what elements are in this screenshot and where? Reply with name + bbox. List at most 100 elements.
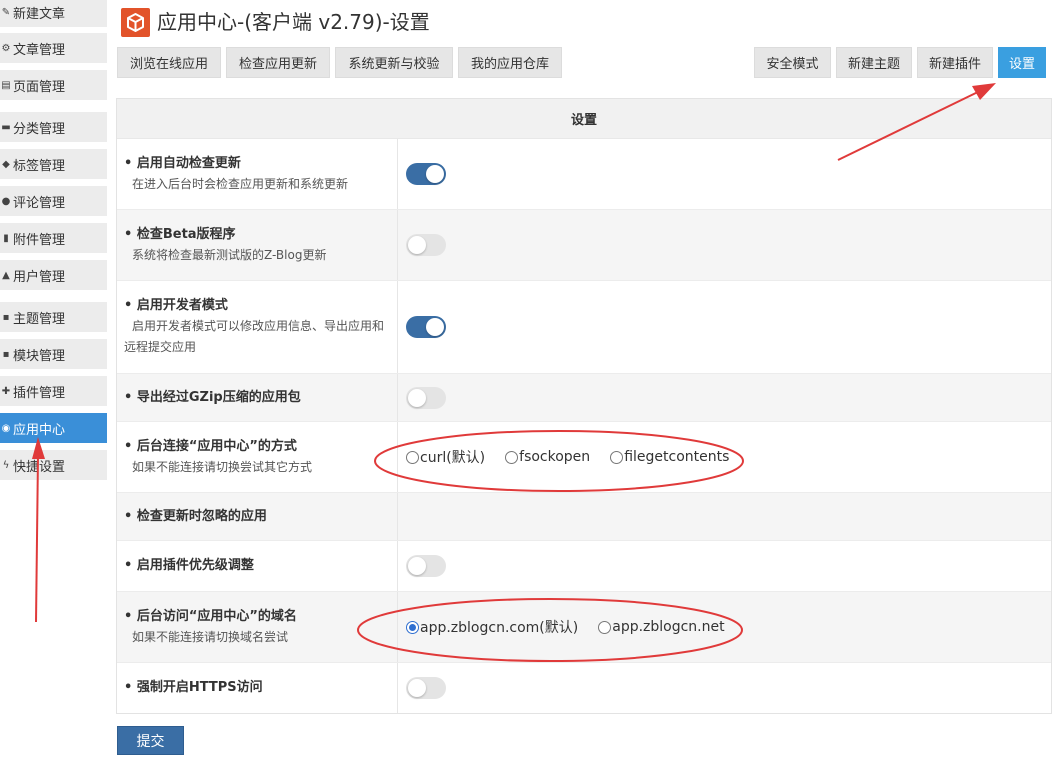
setting-row-force-https: • 强制开启HTTPS访问 <box>117 663 1051 713</box>
app-center-logo-icon <box>121 8 150 37</box>
sidebar-item-label: 文章管理 <box>13 42 66 58</box>
sidebar-item-label: 应用中心 <box>13 422 66 438</box>
tab-system-update-verify[interactable]: 系统更新与校验 <box>335 47 453 78</box>
bullet: • <box>124 226 133 242</box>
sidebar-item-app-center[interactable]: ◉ 应用中心 <box>0 413 107 443</box>
sidebar-item-module-manage[interactable]: ▪ 模块管理 <box>0 339 107 369</box>
tab-settings[interactable]: 设置 <box>998 47 1046 78</box>
bullet: • <box>124 389 133 405</box>
sidebar-item-label: 分类管理 <box>13 121 66 137</box>
tab-new-plugin[interactable]: 新建插件 <box>917 47 993 78</box>
setting-description: 如果不能连接请切换尝试其它方式 <box>132 459 313 474</box>
radio-curl[interactable]: curl(默认) <box>406 447 485 467</box>
file-icon: ▤ <box>1 79 11 91</box>
setting-title: 检查Beta版程序 <box>136 226 236 242</box>
bullet: • <box>124 438 133 454</box>
gzip-export-toggle[interactable] <box>406 386 446 409</box>
radio-label: filegetcontents <box>624 449 730 465</box>
submit-button[interactable]: 提交 <box>117 726 184 755</box>
check-beta-toggle[interactable] <box>406 234 446 256</box>
setting-row-gzip-export: • 导出经过GZip压缩的应用包 <box>117 374 1051 422</box>
setting-description: 启用开发者模式可以修改应用信息、导出应用和远程提交应用 <box>124 319 385 354</box>
grid-icon: ▪ <box>2 348 10 360</box>
setting-title: 导出经过GZip压缩的应用包 <box>136 389 301 405</box>
setting-title: 强制开启HTTPS访问 <box>136 680 263 695</box>
bullet: • <box>124 680 133 695</box>
radio-dot[interactable] <box>406 620 419 634</box>
sidebar-item-label: 快捷设置 <box>13 459 66 475</box>
sidebar-item-new-article[interactable]: ✎ 新建文章 <box>0 0 107 27</box>
setting-row-auto-check-update: • 启用自动检查更新 在进入后台时会检查应用更新和系统更新 <box>117 139 1051 210</box>
bolt-icon: ϟ <box>2 459 10 471</box>
auto-check-update-toggle[interactable] <box>406 163 446 185</box>
gear-icon: ⚙ <box>1 42 11 54</box>
plugin-priority-toggle[interactable] <box>406 555 446 577</box>
radio-app-zblogcn-com[interactable]: app.zblogcn.com(默认) <box>406 617 578 637</box>
sidebar-item-attachment-manage[interactable]: ▮ 附件管理 <box>0 223 107 253</box>
sidebar-item-comment-manage[interactable]: ● 评论管理 <box>0 186 107 216</box>
sidebar-item-label: 附件管理 <box>13 232 66 248</box>
annotation-arrow-sidebar-line <box>35 454 39 623</box>
toggle-knob <box>408 679 426 697</box>
bullet: • <box>124 298 133 313</box>
setting-title: 检查更新时忽略的应用 <box>136 508 267 524</box>
sidebar-item-plugin-manage[interactable]: ✚ 插件管理 <box>0 376 107 406</box>
sidebar-item-article-manage[interactable]: ⚙ 文章管理 <box>0 33 107 63</box>
setting-description: 如果不能连接请切换域名尝试 <box>132 629 289 644</box>
sidebar-item-user-manage[interactable]: ▲ 用户管理 <box>0 260 107 290</box>
setting-title: 后台访问“应用中心”的域名 <box>136 608 297 624</box>
user-icon: ▲ <box>2 269 10 281</box>
toggle-knob <box>426 318 444 336</box>
sidebar-item-tag-manage[interactable]: ◆ 标签管理 <box>0 149 107 179</box>
radio-label: curl(默认) <box>420 450 486 466</box>
radio-fsockopen[interactable]: fsockopen <box>505 449 590 465</box>
tab-new-theme[interactable]: 新建主题 <box>836 47 912 78</box>
toggle-knob <box>426 165 444 183</box>
folder-icon: ▬ <box>1 121 11 133</box>
paperclip-icon: ▮ <box>3 232 9 244</box>
radio-app-zblogcn-net[interactable]: app.zblogcn.net <box>598 619 725 635</box>
tab-my-app-repository[interactable]: 我的应用仓库 <box>458 47 562 78</box>
tab-browse-online-apps[interactable]: 浏览在线应用 <box>117 47 221 78</box>
tab-safe-mode[interactable]: 安全模式 <box>754 47 831 78</box>
settings-table: 设置 • 启用自动检查更新 在进入后台时会检查应用更新和系统更新 • 检查Bet… <box>116 98 1052 714</box>
toggle-knob <box>408 388 426 407</box>
setting-title: 后台连接“应用中心”的方式 <box>136 438 297 454</box>
compass-icon: ◉ <box>1 422 11 434</box>
sidebar-item-label: 模块管理 <box>13 348 66 364</box>
toggle-knob <box>408 557 426 575</box>
connection-method-radio-group: curl(默认) fsockopen filegetcontents <box>406 447 749 467</box>
comment-icon: ● <box>1 195 11 207</box>
sidebar-item-category-manage[interactable]: ▬ 分类管理 <box>0 112 107 142</box>
table-header: 设置 <box>117 99 1051 139</box>
radio-label: app.zblogcn.com(默认) <box>420 620 579 636</box>
setting-row-check-beta: • 检查Beta版程序 系统将检查最新测试版的Z-Blog更新 <box>117 210 1051 281</box>
sidebar-item-theme-manage[interactable]: ▪ 主题管理 <box>0 302 107 332</box>
radio-label: fsockopen <box>519 449 591 465</box>
toggle-knob <box>408 236 426 254</box>
sidebar-item-label: 新建文章 <box>13 6 66 22</box>
grid-icon: ▪ <box>2 311 10 323</box>
tab-check-app-updates[interactable]: 检查应用更新 <box>226 47 330 78</box>
setting-row-domain: • 后台访问“应用中心”的域名 如果不能连接请切换域名尝试 app.zblogc… <box>117 592 1051 663</box>
tag-icon: ◆ <box>2 158 10 170</box>
radio-dot[interactable] <box>406 450 419 464</box>
setting-title: 启用自动检查更新 <box>136 155 241 171</box>
puzzle-icon: ✚ <box>1 385 11 397</box>
bullet: • <box>124 155 133 171</box>
setting-row-developer-mode: • 启用开发者模式 启用开发者模式可以修改应用信息、导出应用和远程提交应用 <box>117 281 1051 374</box>
force-https-toggle[interactable] <box>406 677 446 699</box>
radio-dot[interactable] <box>610 450 624 464</box>
radio-dot[interactable] <box>505 450 519 464</box>
setting-title: 启用插件优先级调整 <box>136 558 254 573</box>
radio-filegetcontents[interactable]: filegetcontents <box>610 449 729 465</box>
bullet: • <box>124 608 133 624</box>
sidebar-item-page-manage[interactable]: ▤ 页面管理 <box>0 70 107 100</box>
setting-row-ignored-apps: • 检查更新时忽略的应用 <box>117 493 1051 541</box>
radio-dot[interactable] <box>598 620 612 634</box>
developer-mode-toggle[interactable] <box>406 316 446 338</box>
sidebar-item-quick-settings[interactable]: ϟ 快捷设置 <box>0 450 107 480</box>
setting-row-plugin-priority: • 启用插件优先级调整 <box>117 541 1051 592</box>
sidebar-item-label: 主题管理 <box>13 311 66 327</box>
setting-description: 在进入后台时会检查应用更新和系统更新 <box>132 176 349 191</box>
